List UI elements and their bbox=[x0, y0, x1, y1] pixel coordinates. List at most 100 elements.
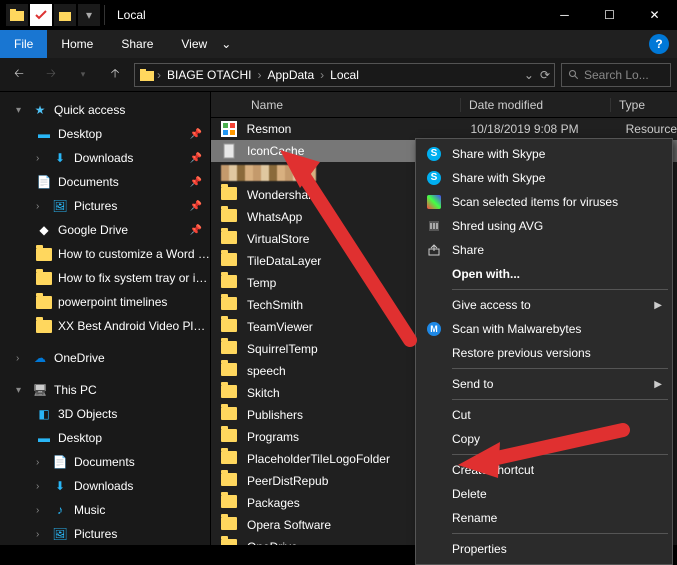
context-item[interactable]: Properties bbox=[418, 537, 670, 561]
context-label: Properties bbox=[452, 542, 507, 556]
context-label: Restore previous versions bbox=[452, 346, 591, 360]
context-label: Open with... bbox=[452, 267, 520, 281]
help-icon[interactable]: ? bbox=[649, 34, 669, 54]
qat-dropdown-icon[interactable]: ▾ bbox=[78, 4, 100, 26]
context-item[interactable]: Send to▶ bbox=[418, 372, 670, 396]
folder-icon bbox=[221, 495, 237, 508]
share-tab[interactable]: Share bbox=[107, 30, 167, 58]
folder-icon bbox=[221, 341, 237, 354]
context-separator bbox=[452, 368, 668, 369]
context-item[interactable]: Restore previous versions bbox=[418, 341, 670, 365]
pin-icon: 📌 bbox=[190, 177, 202, 188]
folder-icon bbox=[221, 297, 237, 310]
column-type[interactable]: Type bbox=[611, 98, 677, 112]
minimize-button[interactable]: ─ bbox=[542, 0, 587, 30]
file-row[interactable]: Resmon10/18/2019 9:08 PMResource bbox=[211, 118, 677, 140]
folder-icon bbox=[221, 253, 237, 266]
back-button[interactable]: 🡠 bbox=[6, 62, 32, 88]
context-label: Scan selected items for viruses bbox=[452, 195, 618, 209]
context-item[interactable]: SShare with Skype bbox=[418, 166, 670, 190]
context-item[interactable]: Delete bbox=[418, 482, 670, 506]
desktop-icon: ▬ bbox=[36, 126, 52, 142]
context-item[interactable]: S Share with Skype bbox=[418, 142, 670, 166]
sidebar-item-folder[interactable]: powerpoint timelines bbox=[0, 290, 210, 314]
folder-icon bbox=[221, 539, 237, 545]
sidebar-this-pc[interactable]: ▾🖥This PC bbox=[0, 378, 210, 402]
explorer-icon bbox=[6, 4, 28, 26]
context-item[interactable]: Copy bbox=[418, 427, 670, 451]
chevron-right-icon[interactable]: › bbox=[157, 68, 161, 82]
context-item[interactable]: Share bbox=[418, 238, 670, 262]
context-label: Share bbox=[452, 243, 484, 257]
context-item[interactable]: Give access to▶ bbox=[418, 293, 670, 317]
refresh-icon[interactable]: ⟳ bbox=[540, 68, 550, 82]
column-date[interactable]: Date modified bbox=[461, 98, 611, 112]
context-separator bbox=[452, 533, 668, 534]
context-item[interactable]: MScan with Malwarebytes bbox=[418, 317, 670, 341]
scan-icon bbox=[426, 194, 442, 210]
context-label: Delete bbox=[452, 487, 487, 501]
folder-icon bbox=[36, 246, 52, 262]
navbar: 🡠 🡢 ▾ 🡡 › BIAGE OTACHI › AppData › Local… bbox=[0, 58, 677, 92]
sidebar-item-folder[interactable]: XX Best Android Video Players bbox=[0, 314, 210, 338]
sidebar-item-gdrive[interactable]: ◆Google Drive📌 bbox=[0, 218, 210, 242]
sidebar-item-downloads[interactable]: ›⬇Downloads bbox=[0, 474, 210, 498]
forward-button[interactable]: 🡢 bbox=[38, 62, 64, 88]
column-name[interactable]: Name bbox=[211, 98, 461, 112]
pin-icon: 📌 bbox=[190, 153, 202, 164]
pin-icon: 📌 bbox=[190, 225, 202, 236]
file-tab[interactable]: File bbox=[0, 30, 47, 58]
addr-dropdown-icon[interactable]: ⌄ bbox=[524, 68, 534, 82]
sidebar-item-documents[interactable]: 📄Documents📌 bbox=[0, 170, 210, 194]
sidebar-item-3d[interactable]: ◧3D Objects bbox=[0, 402, 210, 426]
chevron-right-icon[interactable]: › bbox=[320, 68, 324, 82]
3d-icon: ◧ bbox=[36, 406, 52, 422]
qat-new-folder-icon[interactable] bbox=[54, 4, 76, 26]
context-label: Give access to bbox=[452, 298, 531, 312]
pin-icon: 📌 bbox=[190, 201, 202, 212]
context-separator bbox=[452, 399, 668, 400]
home-tab[interactable]: Home bbox=[47, 30, 107, 58]
ribbon-expand-icon[interactable]: ⌄ bbox=[221, 37, 231, 51]
up-button[interactable]: 🡡 bbox=[102, 62, 128, 88]
sidebar-item-music[interactable]: ›♪Music bbox=[0, 498, 210, 522]
sidebar-quick-access[interactable]: ▾★Quick access bbox=[0, 98, 210, 122]
search-input[interactable]: Search Lo... bbox=[561, 63, 671, 87]
view-tab[interactable]: View bbox=[167, 30, 221, 58]
address-bar[interactable]: › BIAGE OTACHI › AppData › Local ⌄ ⟳ bbox=[134, 63, 555, 87]
context-item[interactable]: Scan selected items for viruses bbox=[418, 190, 670, 214]
sidebar-item-folder[interactable]: How to fix system tray or icons missing bbox=[0, 266, 210, 290]
context-item[interactable]: Shred using AVG bbox=[418, 214, 670, 238]
context-item[interactable]: Create shortcut bbox=[418, 458, 670, 482]
folder-icon bbox=[221, 209, 237, 222]
close-button[interactable]: ✕ bbox=[632, 0, 677, 30]
breadcrumb[interactable]: BIAGE OTACHI bbox=[163, 68, 255, 82]
sidebar-item-desktop[interactable]: ▬Desktop bbox=[0, 426, 210, 450]
context-item[interactable]: Open with... bbox=[418, 262, 670, 286]
folder-icon bbox=[36, 270, 52, 286]
context-item[interactable]: Cut bbox=[418, 403, 670, 427]
context-label: Share with Skype bbox=[452, 147, 545, 161]
qat-properties-icon[interactable] bbox=[30, 4, 52, 26]
sidebar-onedrive[interactable]: ›☁OneDrive bbox=[0, 346, 210, 370]
recent-dropdown-icon[interactable]: ▾ bbox=[70, 62, 96, 88]
app-icon bbox=[221, 121, 237, 137]
file-name: Resmon bbox=[247, 122, 463, 136]
sidebar-item-pictures[interactable]: ›🖼Pictures bbox=[0, 522, 210, 545]
sidebar-item-pictures[interactable]: ›🖼Pictures📌 bbox=[0, 194, 210, 218]
context-item[interactable]: Rename bbox=[418, 506, 670, 530]
chevron-right-icon[interactable]: › bbox=[257, 68, 261, 82]
skype-icon: S bbox=[426, 146, 442, 162]
breadcrumb[interactable]: AppData bbox=[263, 68, 318, 82]
sidebar-item-documents[interactable]: ›📄Documents bbox=[0, 450, 210, 474]
folder-icon bbox=[221, 187, 237, 200]
sidebar-item-desktop[interactable]: ▬Desktop📌 bbox=[0, 122, 210, 146]
context-separator bbox=[452, 454, 668, 455]
sidebar-item-folder[interactable]: How to customize a Word document bbox=[0, 242, 210, 266]
context-label: Copy bbox=[452, 432, 480, 446]
sidebar-item-downloads[interactable]: ›⬇Downloads📌 bbox=[0, 146, 210, 170]
blurred-item bbox=[221, 165, 316, 181]
breadcrumb[interactable]: Local bbox=[326, 68, 363, 82]
music-icon: ♪ bbox=[52, 502, 68, 518]
maximize-button[interactable]: ☐ bbox=[587, 0, 632, 30]
